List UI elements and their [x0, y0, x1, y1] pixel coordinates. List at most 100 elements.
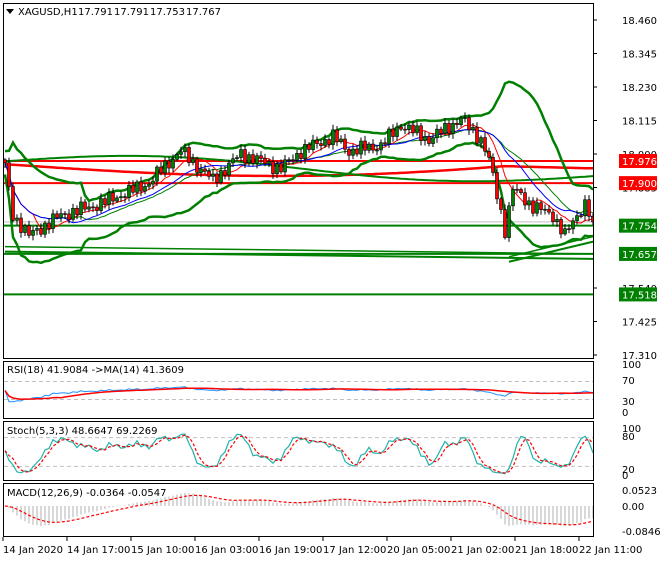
candle-bull	[236, 158, 239, 159]
candle-bull	[176, 154, 179, 159]
candle-bear	[344, 139, 347, 149]
candle-bear	[428, 136, 431, 143]
candle-bear	[264, 158, 267, 163]
ohlc-open: 17.791	[78, 7, 113, 18]
price-tick-label: 18.345	[622, 50, 657, 61]
candle-bull	[60, 214, 63, 218]
rsi-label: RSI(18) 41.9084 ->MA(14) 41.3609	[7, 365, 184, 376]
candle-bull	[432, 138, 435, 144]
candle-bull	[108, 193, 111, 205]
candle-bear	[48, 223, 51, 229]
candle-bear	[532, 201, 535, 213]
candle-bull	[148, 184, 151, 186]
rsi-tick-label: 100	[622, 360, 641, 371]
level-price-label: 17.754	[622, 222, 657, 233]
candle-bear	[440, 129, 443, 133]
candle-bull	[312, 140, 315, 149]
candle-bear	[524, 193, 527, 205]
time-tick-label: 16 Jan 03:00	[195, 545, 258, 556]
macd-label: MACD(12,26,9) -0.0364 -0.0547	[7, 488, 167, 499]
candle-bear	[76, 208, 79, 214]
candle-bull	[464, 118, 467, 119]
candle-bear	[56, 214, 59, 218]
candle-bear	[132, 185, 135, 192]
candle-bull	[284, 160, 287, 172]
candle-bull	[36, 229, 39, 231]
candle-bull	[144, 186, 147, 191]
time-tick-label: 22 Jan 11:00	[579, 545, 642, 556]
candle-bear	[500, 199, 503, 210]
candle-bear	[320, 144, 323, 146]
candle-bull	[16, 218, 19, 220]
candle-bear	[476, 127, 479, 143]
price-tick-label: 17.425	[622, 318, 657, 329]
candle-bull	[376, 150, 379, 151]
rsi-tick-label: 0	[622, 408, 628, 419]
rsi-tick-label: 70	[622, 376, 635, 387]
candle-bull	[576, 216, 579, 221]
macd-tick-label: 0.0523	[622, 486, 657, 497]
candle-bear	[364, 141, 367, 150]
ohlc-high: 17.791	[114, 7, 149, 18]
candle-bear	[280, 164, 283, 172]
candle-bear	[552, 212, 555, 222]
price-tick-label: 18.115	[622, 117, 657, 128]
level-price-label: 17.657	[622, 250, 657, 261]
candle-bull	[528, 201, 531, 205]
candle-bear	[520, 189, 523, 192]
macd-tick-label: 0.00	[622, 502, 644, 513]
candle-bull	[128, 185, 131, 197]
candle-bull	[452, 123, 455, 133]
candle-bull	[584, 200, 587, 216]
candle-bear	[404, 129, 407, 130]
candle-bull	[152, 181, 155, 184]
candle-bull	[416, 126, 419, 133]
candle-bear	[208, 171, 211, 176]
candle-bear	[204, 169, 207, 171]
candle-bear	[216, 174, 219, 182]
candle-bull	[288, 160, 291, 161]
candle-bear	[40, 229, 43, 235]
candle-bear	[328, 139, 331, 144]
candle-bull	[368, 144, 371, 150]
candle-bull	[424, 136, 427, 140]
candle-bull	[172, 159, 175, 168]
time-axis: 14 Jan 202014 Jan 17:0015 Jan 10:0016 Ja…	[3, 537, 642, 556]
stoch-label: Stoch(5,3,3) 48.6647 69.2269	[7, 426, 158, 437]
candle-bear	[160, 167, 163, 173]
candle-bear	[400, 127, 403, 129]
collapse-triangle-icon[interactable]	[6, 9, 14, 14]
time-tick-label: 17 Jan 12:00	[323, 545, 386, 556]
candle-bear	[252, 155, 255, 164]
candle-bull	[228, 163, 231, 175]
candle-bear	[392, 129, 395, 137]
candle-bear	[484, 138, 487, 152]
candle-bear	[588, 200, 591, 217]
candle-bear	[260, 156, 263, 159]
stoch-signal-line	[5, 435, 593, 473]
candle-bull	[268, 162, 271, 164]
candle-bull	[360, 141, 363, 154]
candle-bull	[352, 149, 355, 155]
price-panel[interactable]	[4, 82, 660, 295]
candle-bull	[324, 139, 327, 145]
time-tick-label: 14 Jan 17:00	[67, 545, 130, 556]
candle-bull	[512, 189, 515, 206]
candle-bear	[244, 150, 247, 163]
trading-chart[interactable]: XAGUSD,H1 17.791 17.791 17.753 17.767 18…	[0, 0, 660, 560]
candle-bull	[220, 170, 223, 182]
candle-bull	[380, 143, 383, 150]
candle-bull	[556, 219, 559, 221]
candle-bear	[504, 210, 507, 238]
long-ma-green-line	[5, 156, 593, 181]
candle-bear	[112, 193, 115, 201]
stoch-main-line	[5, 434, 593, 474]
candle-bear	[168, 161, 171, 168]
candle-bear	[496, 172, 499, 198]
candle-bull	[256, 156, 259, 164]
candle-bull	[212, 174, 215, 176]
candle-bull	[332, 130, 335, 145]
candle-bull	[136, 182, 139, 192]
candle-bear	[272, 162, 275, 174]
candle-bull	[304, 144, 307, 158]
